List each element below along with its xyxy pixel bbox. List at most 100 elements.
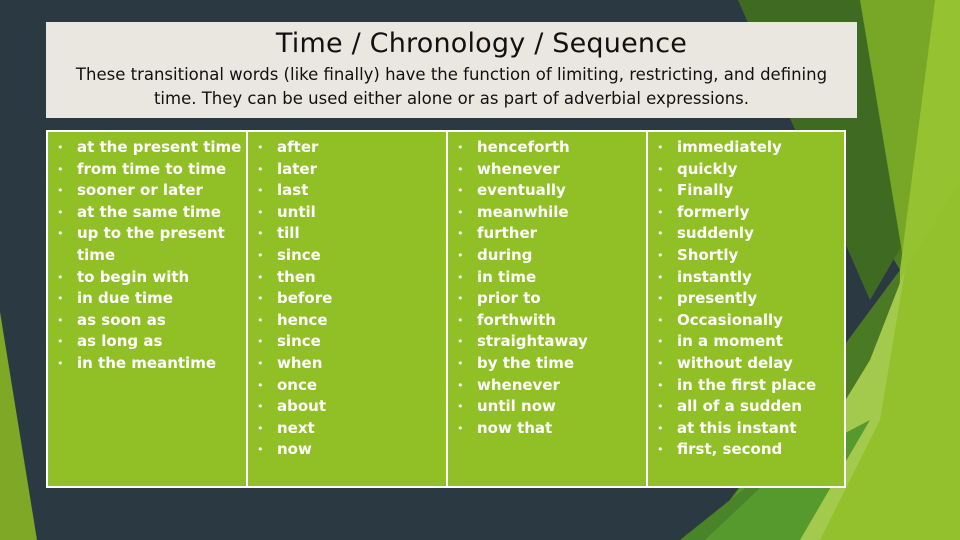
list-item: • once	[248, 375, 446, 397]
list-item: • at the present time	[48, 137, 246, 159]
bullet-icon: •	[57, 270, 64, 284]
list-item: • first, second	[648, 439, 844, 461]
bullet-icon: •	[457, 421, 464, 435]
header-box: Time / Chronology / Sequence These trans…	[46, 22, 857, 118]
bullet-icon: •	[257, 378, 264, 392]
bullet-icon: •	[257, 205, 264, 219]
word-column-2: • after • later • last • until • till • since …	[246, 132, 446, 486]
list-item: • straightaway	[448, 331, 646, 353]
bullet-icon: •	[57, 205, 64, 219]
bullet-icon: •	[457, 292, 464, 306]
word-column-4: • immediately • quickly • Finally • formerly…	[646, 132, 844, 486]
word-list: • henceforth • whenever • eventually • meanw…	[448, 137, 646, 439]
slide-title: Time / Chronology / Sequence	[275, 28, 688, 59]
bullet-icon: •	[457, 313, 464, 327]
list-item: • Shortly	[648, 245, 844, 267]
list-item: • prior to	[448, 288, 646, 310]
list-item: • Occasionally	[648, 310, 844, 332]
bullet-icon: •	[57, 335, 64, 349]
bullet-icon: •	[657, 141, 664, 154]
decor-shape-bottom-left	[0, 312, 37, 540]
list-item: • sooner or later	[48, 180, 246, 202]
word-list: • after • later • last • until • till • since …	[248, 137, 446, 461]
list-item: • after	[248, 137, 446, 159]
list-item: • immediately	[648, 137, 844, 159]
list-item: • when	[248, 353, 446, 375]
list-item: • Finally	[648, 180, 844, 202]
bullet-icon: •	[457, 400, 464, 414]
bullet-icon: •	[257, 400, 264, 414]
bullet-icon: •	[657, 270, 664, 284]
bullet-icon: •	[57, 162, 64, 176]
list-item: • formerly	[648, 202, 844, 224]
word-list: • at the present time • from time to time …	[48, 137, 246, 375]
list-item: • since	[248, 331, 446, 353]
bullet-icon: •	[257, 421, 264, 435]
list-item: • whenever	[448, 375, 646, 397]
list-item: • since	[248, 245, 446, 267]
bullet-icon: •	[457, 356, 464, 370]
list-item: • all of a sudden	[648, 396, 844, 418]
bullet-icon: •	[257, 227, 264, 241]
list-item: • instantly	[648, 267, 844, 289]
bullet-icon: •	[657, 400, 664, 414]
list-item: • as soon as	[48, 310, 246, 332]
bullet-icon: •	[457, 270, 464, 284]
bullet-icon: •	[457, 227, 464, 241]
bullet-icon: •	[457, 184, 464, 198]
bullet-icon: •	[57, 292, 64, 306]
list-item: • in the first place	[648, 375, 844, 397]
bullet-icon: •	[257, 184, 264, 198]
list-item: • in time	[448, 267, 646, 289]
bullet-icon: •	[457, 141, 464, 154]
bullet-icon: •	[457, 205, 464, 219]
list-item: • until now	[448, 396, 646, 418]
bullet-icon: •	[257, 248, 264, 262]
list-item: • in a moment	[648, 331, 844, 353]
bullet-icon: •	[657, 292, 664, 306]
list-item: • now that	[448, 418, 646, 440]
bullet-icon: •	[457, 248, 464, 262]
bullet-icon: •	[257, 313, 264, 327]
bullet-icon: •	[257, 270, 264, 284]
bullet-icon: •	[57, 227, 64, 241]
list-item: • till	[248, 223, 446, 245]
list-item: • before	[248, 288, 446, 310]
list-item: • suddenly	[648, 223, 844, 245]
transition-words-table: • at the present time • from time to time …	[46, 130, 846, 488]
bullet-icon: •	[657, 205, 664, 219]
bullet-icon: •	[457, 162, 464, 176]
list-item: • from time to time	[48, 159, 246, 181]
bullet-icon: •	[657, 335, 664, 349]
bullet-icon: •	[57, 184, 64, 198]
list-item: • last	[248, 180, 446, 202]
bullet-icon: •	[657, 184, 664, 198]
bullet-icon: •	[457, 335, 464, 349]
bullet-icon: •	[657, 443, 664, 457]
bullet-icon: •	[657, 248, 664, 262]
list-item: • about	[248, 396, 446, 418]
word-list: • immediately • quickly • Finally • formerly…	[648, 137, 844, 461]
list-item: • quickly	[648, 159, 844, 181]
list-item: • at the same time	[48, 202, 246, 224]
list-item: • up to the present time	[57, 224, 225, 264]
list-item: • in due time	[48, 288, 246, 310]
bullet-icon: •	[657, 162, 664, 176]
bullet-icon: •	[657, 378, 664, 392]
list-item: • henceforth	[448, 137, 646, 159]
list-item: • then	[248, 267, 446, 289]
list-item: • whenever	[448, 159, 646, 181]
bullet-icon: •	[257, 443, 264, 457]
word-column-1: • at the present time • from time to time …	[48, 132, 246, 486]
bullet-icon: •	[257, 141, 264, 154]
list-item: • meanwhile	[448, 202, 646, 224]
bullet-icon: •	[257, 356, 264, 370]
bullet-icon: •	[257, 335, 264, 349]
bullet-icon: •	[57, 141, 64, 154]
bullet-icon: •	[657, 227, 664, 241]
list-item: • later	[248, 159, 446, 181]
word-column-3: • henceforth • whenever • eventually • meanw…	[446, 132, 646, 486]
list-item: • further	[448, 223, 646, 245]
bullet-icon: •	[457, 378, 464, 392]
list-item: • eventually	[448, 180, 646, 202]
